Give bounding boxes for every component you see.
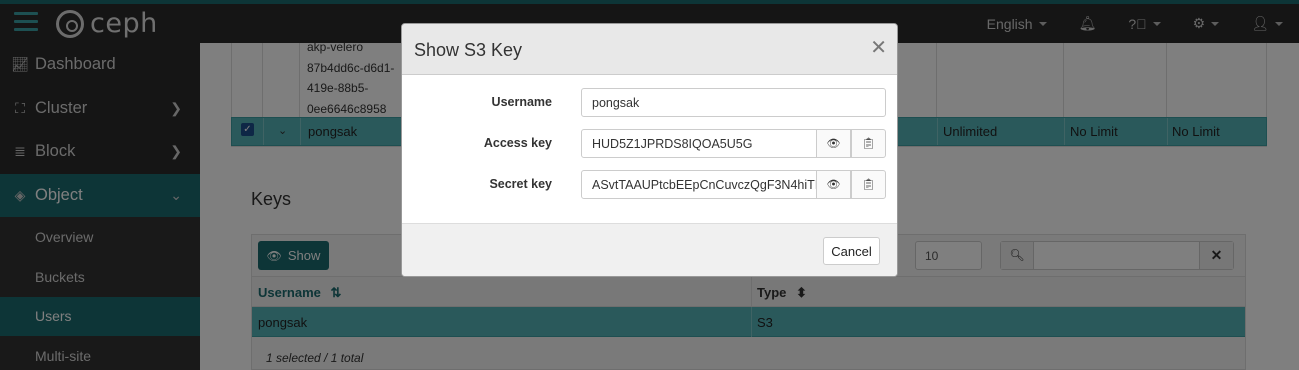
clipboard-icon: 📋︎ — [861, 138, 876, 150]
access-key-label: Access key — [483, 136, 552, 150]
username-field[interactable]: pongsak — [581, 88, 886, 117]
modal-footer: Cancel — [402, 223, 897, 276]
secret-key-row: Secret key ASvtTAAUPtcbEEpCnCuvczQgF3N4h… — [402, 170, 897, 200]
show-s3-key-modal: Show S3 Key ✕ Username pongsak Access ke… — [401, 23, 898, 277]
copy-button[interactable]: 📋︎ — [851, 129, 886, 158]
modal-title: Show S3 Key — [414, 40, 523, 60]
access-key-field[interactable]: HUD5Z1JPRDS8IQOA5U5G — [581, 129, 817, 158]
cancel-button[interactable]: Cancel — [823, 237, 880, 265]
access-key-row: Access key HUD5Z1JPRDS8IQOA5U5G 👁︎ 📋︎ — [402, 129, 897, 159]
modal-header: Show S3 Key ✕ — [402, 24, 897, 75]
username-label: Username — [491, 95, 552, 109]
toggle-visibility-button[interactable]: 👁︎ — [816, 129, 851, 158]
secret-key-field[interactable]: ASvtTAAUPtcbEEpCnCuvczQgF3N4hiTI — [581, 170, 817, 199]
username-row: Username pongsak — [402, 88, 897, 118]
secret-key-label: Secret key — [489, 177, 552, 191]
eye-slash-icon: 👁︎ — [826, 138, 841, 150]
close-icon[interactable]: ✕ — [870, 38, 887, 58]
toggle-visibility-button[interactable]: 👁︎ — [816, 170, 851, 199]
clipboard-icon: 📋︎ — [861, 179, 876, 191]
copy-button[interactable]: 📋︎ — [851, 170, 886, 199]
eye-slash-icon: 👁︎ — [826, 179, 841, 191]
